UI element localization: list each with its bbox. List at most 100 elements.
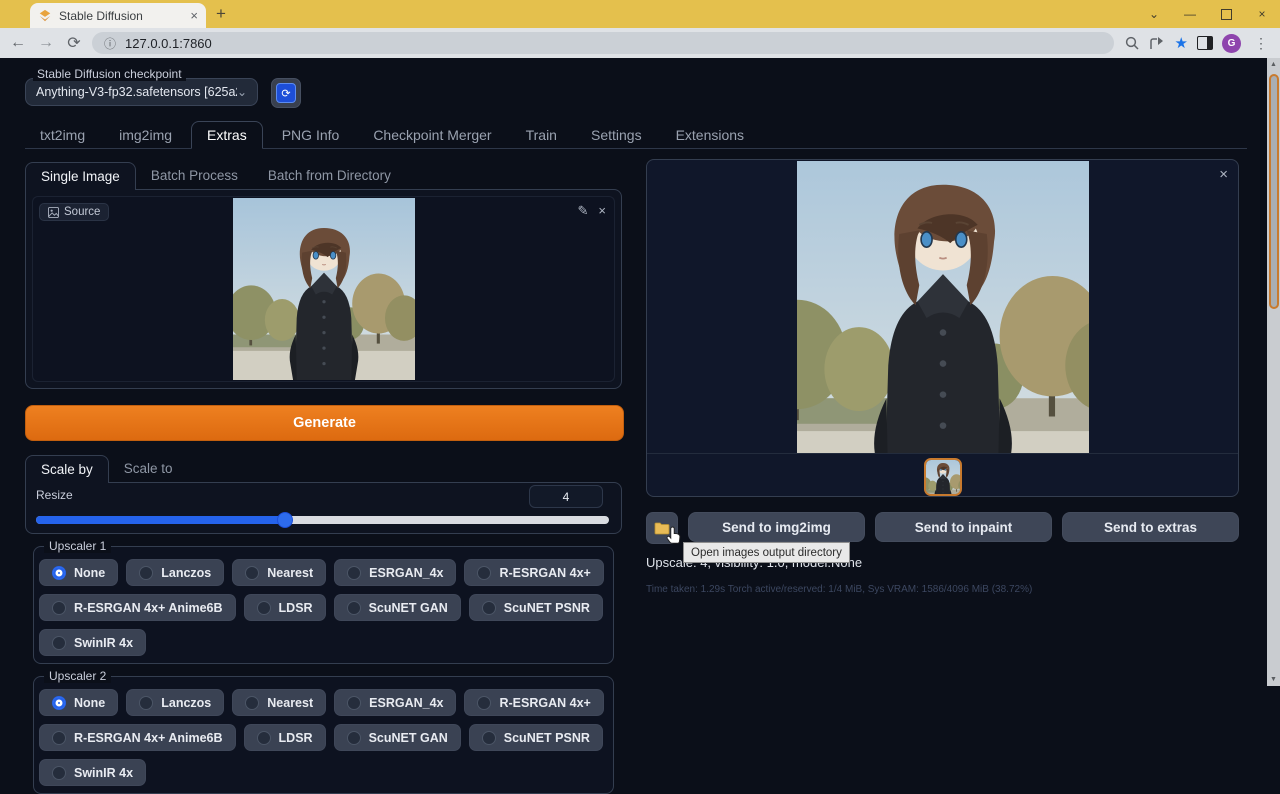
upscaler1-option-swinir4x[interactable]: SwinIR 4x xyxy=(39,629,146,656)
tab-txt2img[interactable]: txt2img xyxy=(25,122,100,148)
upscaler1-option-nearest[interactable]: Nearest xyxy=(232,559,326,586)
upscaler2-option-swinir4x[interactable]: SwinIR 4x xyxy=(39,759,146,786)
upscaler2-label: Upscaler 2 xyxy=(44,669,111,683)
send-to-inpaint-button[interactable]: Send to inpaint xyxy=(875,512,1052,542)
radio-icon xyxy=(139,696,153,710)
tab-single-image[interactable]: Single Image xyxy=(25,162,136,190)
edit-image-icon[interactable]: ✎ xyxy=(578,203,589,219)
back-button[interactable]: ← xyxy=(4,34,32,52)
browser-menu-icon[interactable]: ⋮ xyxy=(1250,35,1272,52)
folder-button-tooltip: Open images output directory xyxy=(683,542,850,563)
side-panel-icon[interactable] xyxy=(1197,36,1213,50)
upscaler1-option-ldsr[interactable]: LDSR xyxy=(244,594,326,621)
tab-settings[interactable]: Settings xyxy=(576,122,657,148)
bookmark-star-icon[interactable]: ★ xyxy=(1175,34,1188,52)
slider-handle[interactable] xyxy=(277,512,293,528)
send-to-extras-button[interactable]: Send to extras xyxy=(1062,512,1239,542)
upscaler1-option-resrgan-anime6b[interactable]: R-ESRGAN 4x+ Anime6B xyxy=(39,594,236,621)
main-tab-bar: txt2img img2img Extras PNG Info Checkpoi… xyxy=(25,119,1247,149)
tab-png-info[interactable]: PNG Info xyxy=(267,122,355,148)
upscaler2-option-scunet-psnr[interactable]: ScuNET PSNR xyxy=(469,724,603,751)
tab-extensions[interactable]: Extensions xyxy=(661,122,759,148)
browser-tab[interactable]: Stable Diffusion × xyxy=(30,3,206,28)
radio-icon xyxy=(52,566,66,580)
upscaler2-option-scunet-gan[interactable]: ScuNET GAN xyxy=(334,724,461,751)
refresh-checkpoints-button[interactable]: ⟳ xyxy=(271,78,301,108)
clear-image-icon[interactable]: × xyxy=(598,203,606,219)
browser-toolbar: ← → ⟳ ⓘ 127.0.0.1:7860 ★ G ⋮ xyxy=(0,28,1280,58)
scrollbar-thumb[interactable] xyxy=(1269,74,1279,309)
thumbnail-image xyxy=(926,460,960,494)
tab-extras[interactable]: Extras xyxy=(191,121,263,149)
upscaler2-option-nearest[interactable]: Nearest xyxy=(232,689,326,716)
profile-avatar[interactable]: G xyxy=(1222,34,1241,53)
scrollbar-up-icon[interactable]: ▲ xyxy=(1270,61,1277,68)
radio-icon xyxy=(52,696,66,710)
address-bar[interactable]: ⓘ 127.0.0.1:7860 xyxy=(92,32,1114,54)
tab-batch-process[interactable]: Batch Process xyxy=(136,162,253,189)
upscaler2-option-resrgan4x[interactable]: R-ESRGAN 4x+ xyxy=(464,689,603,716)
upscaler2-option-esrgan4x[interactable]: ESRGAN_4x xyxy=(334,689,456,716)
resize-value-input[interactable]: 4 xyxy=(529,485,603,508)
image-icon xyxy=(48,207,59,218)
upscaler1-option-resrgan4x[interactable]: R-ESRGAN 4x+ xyxy=(464,559,603,586)
tab-scale-by[interactable]: Scale by xyxy=(25,455,109,483)
browser-titlebar: Stable Diffusion × + ⌄ — × xyxy=(0,0,1280,28)
checkpoint-value: Anything-V3-fp32.safetensors [625a2ba2] xyxy=(36,85,237,99)
source-image[interactable] xyxy=(233,198,415,380)
radio-icon xyxy=(257,601,271,615)
tab-train[interactable]: Train xyxy=(511,122,572,148)
new-tab-button[interactable]: + xyxy=(216,4,226,24)
send-to-img2img-button[interactable]: Send to img2img xyxy=(688,512,865,542)
upscaler1-option-none[interactable]: None xyxy=(39,559,118,586)
minimize-button[interactable]: — xyxy=(1172,0,1208,28)
generate-button[interactable]: Generate xyxy=(25,405,624,441)
radio-icon xyxy=(245,566,259,580)
stable-diffusion-webui: Stable Diffusion checkpoint Anything-V3-… xyxy=(0,58,1267,686)
radio-icon xyxy=(245,696,259,710)
gallery-thumbnail[interactable] xyxy=(924,458,962,496)
gallery-thumbnail-strip xyxy=(647,453,1238,497)
tab-checkpoint-merger[interactable]: Checkpoint Merger xyxy=(358,122,506,148)
resize-slider[interactable] xyxy=(36,516,609,524)
upscaler1-option-lanczos[interactable]: Lanczos xyxy=(126,559,224,586)
extras-sub-tabs: Single Image Batch Process Batch from Di… xyxy=(25,158,622,189)
upscaler1-option-esrgan4x[interactable]: ESRGAN_4x xyxy=(334,559,456,586)
upscaler2-option-resrgan-anime6b[interactable]: R-ESRGAN 4x+ Anime6B xyxy=(39,724,236,751)
reload-button[interactable]: ⟳ xyxy=(60,33,88,53)
upscaler2-option-none[interactable]: None xyxy=(39,689,118,716)
radio-icon xyxy=(347,731,361,745)
maximize-button[interactable] xyxy=(1208,0,1244,28)
close-result-icon[interactable]: × xyxy=(1219,166,1228,183)
tab-close-icon[interactable]: × xyxy=(190,8,198,23)
upscaler2-option-lanczos[interactable]: Lanczos xyxy=(126,689,224,716)
upscaler1-group: Upscaler 1 None Lanczos Nearest ESRGAN_4… xyxy=(33,546,614,664)
forward-button[interactable]: → xyxy=(32,34,60,52)
source-image-dropzone[interactable]: Source ✎ × xyxy=(32,196,615,382)
upscaler1-option-scunet-psnr[interactable]: ScuNET PSNR xyxy=(469,594,603,621)
tab-search-icon[interactable]: ⌄ xyxy=(1136,0,1172,28)
source-label: Source xyxy=(64,206,100,218)
radio-icon xyxy=(52,731,66,745)
radio-icon xyxy=(52,636,66,650)
radio-icon xyxy=(347,696,361,710)
checkpoint-dropdown[interactable]: Anything-V3-fp32.safetensors [625a2ba2] … xyxy=(25,78,258,106)
tab-img2img[interactable]: img2img xyxy=(104,122,187,148)
radio-icon xyxy=(52,766,66,780)
favicon-stable-diffusion xyxy=(38,9,52,23)
close-window-button[interactable]: × xyxy=(1244,0,1280,28)
radio-icon xyxy=(477,566,491,580)
upscaler1-option-scunet-gan[interactable]: ScuNET GAN xyxy=(334,594,461,621)
page-scrollbar[interactable]: ▲ ▼ xyxy=(1267,58,1280,686)
chevron-down-icon: ⌄ xyxy=(237,85,247,99)
radio-icon xyxy=(482,731,496,745)
scrollbar-down-icon[interactable]: ▼ xyxy=(1270,676,1277,683)
tab-scale-to[interactable]: Scale to xyxy=(109,455,188,482)
result-image[interactable] xyxy=(797,161,1089,453)
tab-batch-from-directory[interactable]: Batch from Directory xyxy=(253,162,406,189)
site-info-icon[interactable]: ⓘ xyxy=(104,35,116,52)
share-icon[interactable] xyxy=(1149,36,1166,51)
upscaler2-option-ldsr[interactable]: LDSR xyxy=(244,724,326,751)
radio-icon xyxy=(52,601,66,615)
zoom-icon[interactable] xyxy=(1124,35,1140,51)
